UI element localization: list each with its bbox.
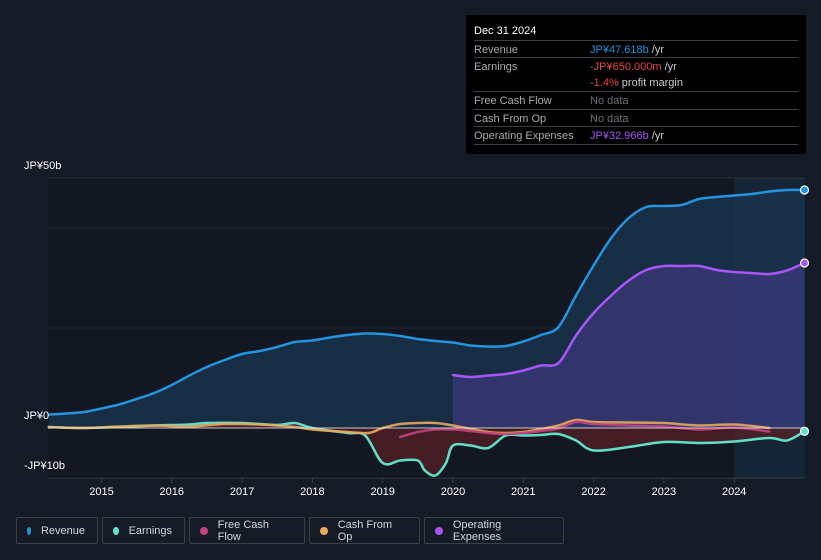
unit: /yr (648, 130, 664, 142)
x-tick-label: 2020 (441, 486, 465, 498)
tooltip-value: -1.4% profit margin (590, 77, 683, 89)
tooltip-date: Dec 31 2024 (474, 25, 537, 37)
tooltip-label: Operating Expenses (474, 130, 574, 142)
unit: /yr (661, 61, 677, 73)
legend-dot-icon (320, 526, 328, 535)
earnings-value: -JP¥650.000m (590, 61, 662, 73)
legend-dot-icon (435, 526, 443, 535)
revenue-value: JP¥47.618b (590, 44, 649, 56)
x-tick-label: 2023 (652, 486, 676, 498)
operating-expenses-end-point (799, 258, 810, 268)
x-tick-label: 2019 (370, 486, 394, 498)
unit: profit margin (618, 77, 683, 89)
tooltip-value: No data (590, 95, 629, 107)
legend-dot-icon (27, 526, 31, 535)
legend-label: Revenue (40, 524, 85, 537)
tooltip-value: JP¥32.966b /yr (590, 130, 664, 142)
tooltip: Dec 31 2024 Revenue JP¥47.618b /yr Earni… (466, 15, 806, 154)
x-tick-label: 2024 (722, 486, 746, 498)
x-tick-label: 2021 (511, 486, 535, 498)
x-axis: 2015 2016 2017 2018 2019 2020 2021 2022 2023 2024 (89, 478, 746, 498)
legend-item-earnings[interactable]: Earnings (102, 517, 185, 544)
tooltip-label: Cash From Op (474, 113, 547, 125)
legend-item-cash-from-op[interactable]: Cash From Op (309, 517, 420, 544)
y-tick-label-bottom: -JP¥10b (24, 460, 65, 472)
tooltip-value: JP¥47.618b /yr (590, 44, 664, 56)
legend-label: Free Cash Flow (217, 518, 270, 543)
x-tick-label: 2022 (581, 486, 605, 498)
x-tick-label: 2016 (160, 486, 184, 498)
legend-item-free-cash-flow[interactable]: Free Cash Flow (189, 517, 305, 544)
tooltip-row-earnings: Earnings -JP¥650.000m /yr (474, 57, 798, 75)
tooltip-row-fcf: Free Cash Flow No data (474, 91, 798, 109)
tooltip-label: Earnings (474, 61, 518, 73)
x-tick-label: 2018 (300, 486, 324, 498)
tooltip-label: Revenue (474, 44, 519, 56)
x-tick-label: 2017 (230, 486, 254, 498)
opex-value: JP¥32.966b (590, 130, 649, 142)
legend-label: Cash From Op (337, 518, 393, 543)
tooltip-row-opex: Operating Expenses JP¥32.966b /yr (474, 126, 798, 144)
tooltip-row-margin: -1.4% profit margin (474, 74, 798, 91)
legend-item-revenue[interactable]: Revenue (16, 517, 98, 544)
legend-dot-icon (113, 526, 119, 535)
revenue-end-point (799, 185, 810, 195)
tooltip-label: Free Cash Flow (474, 95, 552, 107)
y-tick-label-zero: JP¥0 (24, 410, 50, 422)
unit: /yr (648, 44, 664, 56)
earnings-end-point (799, 426, 810, 436)
tooltip-value: -JP¥650.000m /yr (590, 61, 677, 73)
profit-margin-value: -1.4% (590, 77, 619, 89)
legend-label: Earnings (128, 524, 172, 537)
tooltip-row-revenue: Revenue JP¥47.618b /yr (474, 40, 798, 58)
legend-item-operating-expenses[interactable]: Operating Expenses (424, 517, 564, 544)
y-tick-label-top: JP¥50b (24, 160, 62, 172)
legend-dot-icon (200, 526, 208, 535)
tooltip-value: No data (590, 113, 629, 125)
tooltip-bottom-rule (474, 144, 798, 145)
x-tick-label: 2015 (89, 486, 113, 498)
tooltip-row-cfo: Cash From Op No data (474, 109, 798, 127)
legend-label: Operating Expenses (452, 518, 502, 543)
